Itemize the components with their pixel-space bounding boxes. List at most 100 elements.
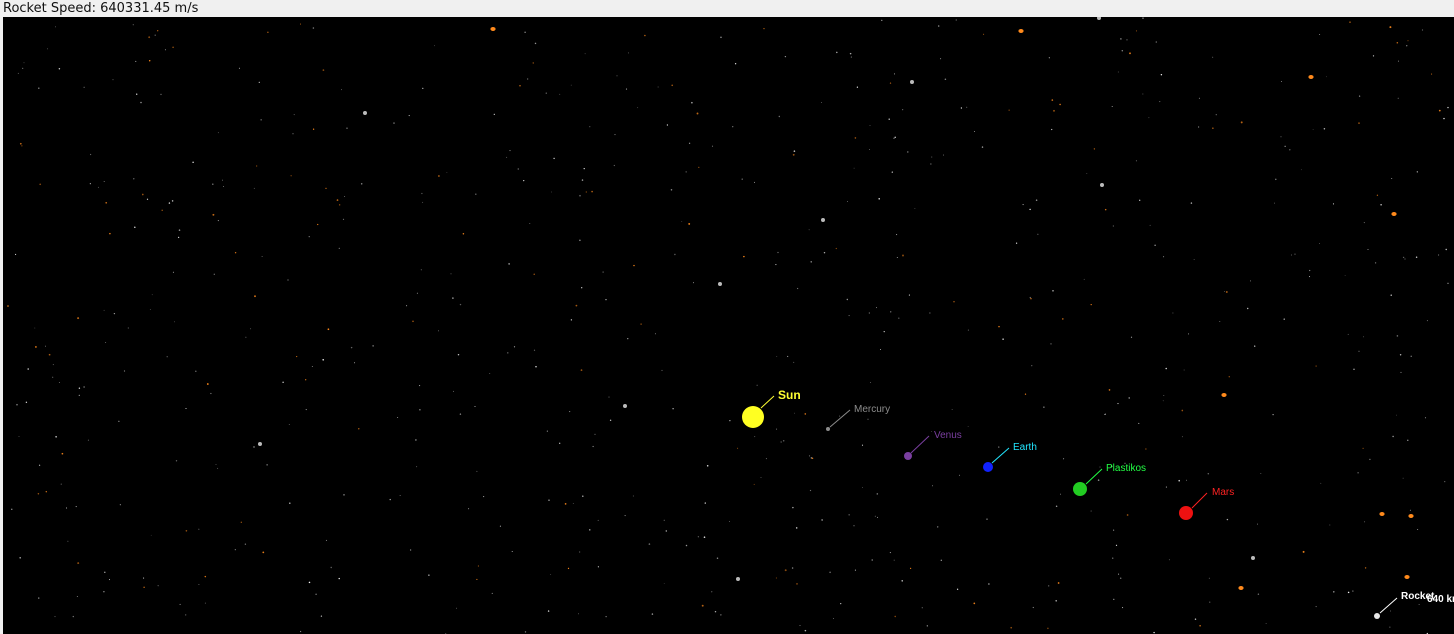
plastikos-body[interactable]: Plastikos bbox=[1073, 463, 1146, 496]
star bbox=[446, 172, 448, 173]
solar-system-scene[interactable]: Sun Mercury Venus Earth Plastikos Mars R… bbox=[3, 17, 1454, 634]
rocket-body[interactable]: Rocket 640 km bbox=[1374, 591, 1454, 619]
star bbox=[956, 588, 959, 590]
star bbox=[958, 474, 961, 476]
star bbox=[627, 338, 629, 340]
star bbox=[58, 68, 61, 70]
star bbox=[589, 529, 591, 531]
star bbox=[19, 557, 21, 559]
star bbox=[308, 236, 310, 238]
star bbox=[760, 477, 762, 479]
star bbox=[775, 264, 777, 266]
star bbox=[1407, 439, 1409, 441]
star bbox=[421, 192, 423, 195]
asteroid bbox=[358, 428, 360, 430]
star bbox=[16, 403, 18, 406]
asteroid bbox=[1008, 109, 1010, 111]
star bbox=[118, 420, 120, 422]
sun-body[interactable]: Sun bbox=[742, 388, 801, 428]
star bbox=[438, 330, 439, 332]
star bbox=[1319, 243, 1320, 245]
venus-body[interactable]: Venus bbox=[904, 430, 962, 460]
asteroid bbox=[325, 187, 327, 190]
star bbox=[338, 577, 340, 580]
star bbox=[1284, 145, 1286, 147]
star bbox=[981, 146, 984, 148]
star bbox=[1165, 486, 1167, 488]
star bbox=[1113, 598, 1115, 600]
star bbox=[931, 431, 932, 432]
asteroid bbox=[1225, 291, 1228, 293]
star bbox=[1367, 249, 1369, 250]
star bbox=[89, 153, 92, 156]
star bbox=[149, 309, 151, 310]
star bbox=[177, 236, 180, 239]
star bbox=[509, 150, 511, 152]
asteroid bbox=[77, 317, 80, 320]
star bbox=[151, 294, 153, 296]
star bbox=[1424, 417, 1427, 419]
star bbox=[15, 253, 17, 255]
asteroid bbox=[19, 142, 22, 145]
star bbox=[787, 355, 789, 357]
star bbox=[140, 101, 142, 104]
star bbox=[926, 625, 928, 627]
mercury-leader-line bbox=[829, 409, 851, 428]
star bbox=[415, 439, 417, 441]
mercury[interactable] bbox=[826, 427, 830, 431]
asteroid bbox=[640, 323, 642, 325]
star bbox=[1363, 336, 1365, 338]
star bbox=[409, 549, 412, 551]
star bbox=[1193, 259, 1195, 260]
star bbox=[665, 530, 668, 532]
star bbox=[38, 87, 40, 89]
star bbox=[491, 592, 493, 594]
star bbox=[681, 221, 683, 222]
space-canvas[interactable]: Sun Mercury Venus Earth Plastikos Mars R… bbox=[3, 17, 1454, 634]
asteroid bbox=[743, 255, 745, 258]
mercury-body[interactable]: Mercury bbox=[826, 404, 890, 431]
asteroid bbox=[172, 46, 174, 49]
asteroid bbox=[1238, 586, 1244, 590]
star bbox=[666, 124, 669, 126]
rocket[interactable] bbox=[1374, 613, 1380, 619]
star bbox=[839, 415, 841, 417]
dust-particle bbox=[363, 111, 367, 115]
earth[interactable] bbox=[983, 462, 993, 472]
asteroid bbox=[796, 583, 798, 585]
star bbox=[861, 444, 864, 446]
asteroid bbox=[1302, 550, 1305, 553]
star bbox=[579, 239, 581, 242]
earth-body[interactable]: Earth bbox=[983, 442, 1037, 472]
asteroid bbox=[580, 369, 583, 371]
star bbox=[1209, 601, 1211, 603]
sun[interactable] bbox=[742, 406, 764, 428]
star bbox=[703, 536, 706, 538]
star bbox=[876, 516, 879, 518]
star bbox=[1447, 282, 1449, 284]
star bbox=[1097, 479, 1100, 481]
asteroid bbox=[262, 551, 265, 554]
star bbox=[753, 181, 755, 183]
star bbox=[1402, 477, 1404, 479]
plastikos[interactable] bbox=[1073, 482, 1087, 496]
star bbox=[320, 615, 323, 617]
asteroid bbox=[792, 153, 795, 156]
star bbox=[648, 543, 651, 545]
star bbox=[902, 109, 904, 111]
star bbox=[951, 408, 953, 410]
mars-body[interactable]: Mars bbox=[1179, 487, 1234, 520]
star bbox=[1404, 258, 1406, 260]
starfield bbox=[11, 17, 1449, 634]
asteroid bbox=[240, 521, 242, 523]
venus[interactable] bbox=[904, 452, 912, 460]
mars[interactable] bbox=[1179, 506, 1193, 520]
star bbox=[1273, 202, 1276, 204]
star bbox=[1447, 106, 1449, 109]
star bbox=[213, 273, 215, 275]
star bbox=[287, 279, 289, 281]
star bbox=[428, 574, 430, 576]
star bbox=[1312, 129, 1314, 130]
star bbox=[875, 307, 878, 309]
star bbox=[880, 349, 881, 351]
